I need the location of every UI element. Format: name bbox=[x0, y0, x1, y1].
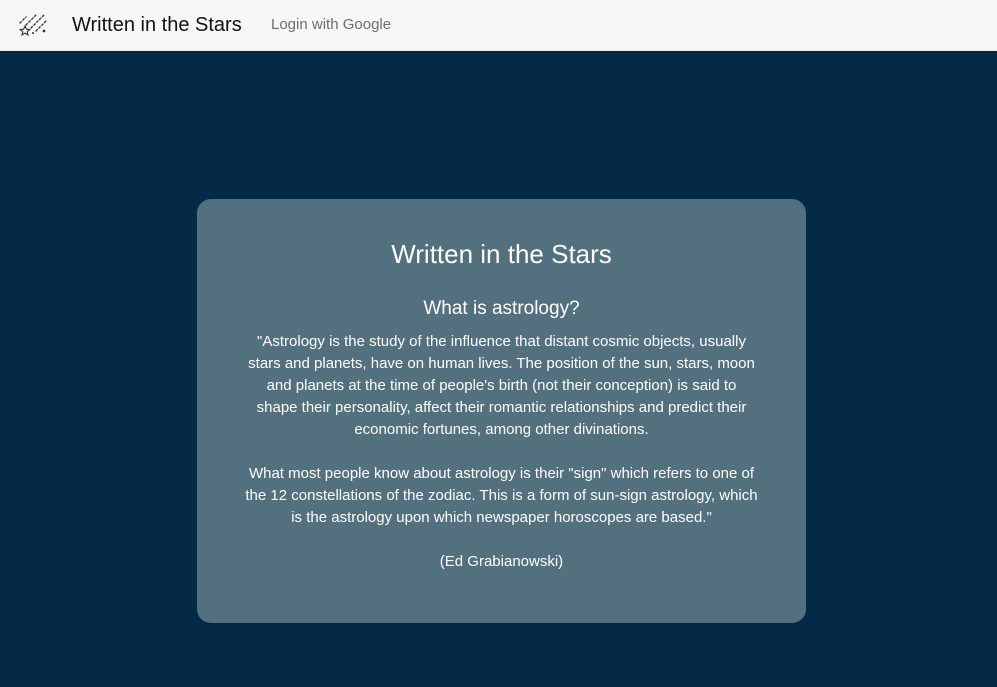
card-subtitle: What is astrology? bbox=[423, 298, 580, 319]
quote-paragraph-2: What most people know about astrology is… bbox=[245, 465, 758, 526]
brand-name-link[interactable]: Written in the Stars bbox=[72, 12, 242, 38]
quote-author: (Ed Grabianowski) bbox=[439, 553, 564, 570]
top-navbar: Written in the Stars Login with Google bbox=[0, 0, 997, 51]
intro-card: Written in the Stars What is astrology? … bbox=[197, 199, 806, 623]
login-with-google-link[interactable]: Login with Google bbox=[271, 16, 391, 34]
shooting-stars-icon[interactable] bbox=[18, 11, 48, 36]
card-title: Written in the Stars bbox=[391, 239, 612, 269]
quote-paragraph-1: "Astrology is the study of the influence… bbox=[248, 333, 755, 438]
